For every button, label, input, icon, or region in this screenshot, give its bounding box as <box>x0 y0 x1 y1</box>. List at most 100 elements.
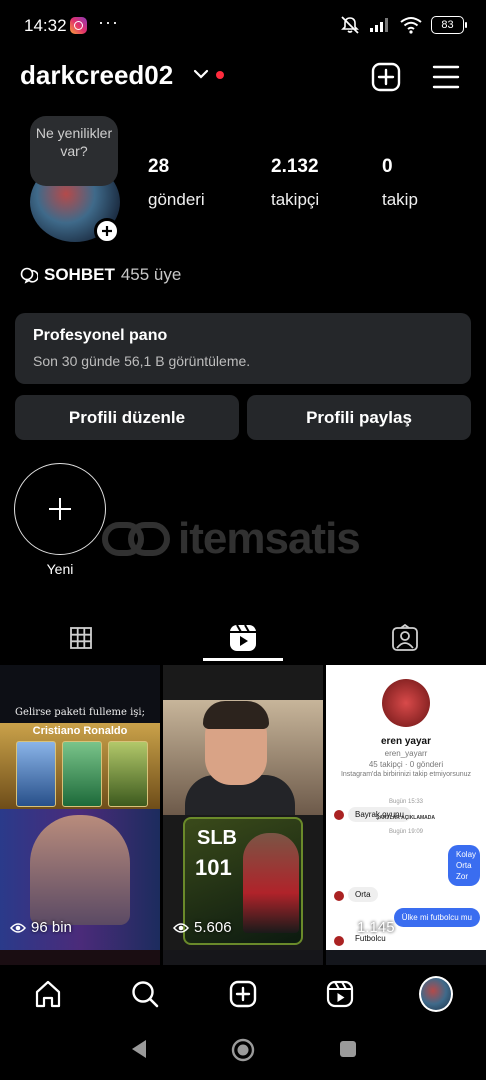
notification-dot <box>216 71 224 79</box>
dm-sender-avatar <box>334 936 344 946</box>
search-icon <box>132 981 159 1008</box>
player-card <box>62 741 102 807</box>
nav-home[interactable] <box>31 977 65 1011</box>
note-bubble[interactable]: Ne yenilikler var? <box>30 116 118 186</box>
add-story-icon[interactable] <box>94 218 120 244</box>
stat-followers[interactable]: 2.132 takipçi <box>271 156 319 210</box>
person-hair <box>203 701 269 729</box>
reels-icon <box>326 980 354 1008</box>
edit-profile-button[interactable]: Profili düzenle <box>15 395 239 440</box>
dm-timestamp: Bugün 19:09 <box>388 829 424 835</box>
watermark: itemsatis <box>102 514 361 564</box>
view-count: 96 bin <box>10 919 72 936</box>
nav-reels[interactable] <box>323 977 357 1011</box>
view-count-value: 1.145 <box>357 919 395 936</box>
profile-tabs <box>0 614 486 662</box>
nav-profile[interactable] <box>419 976 453 1012</box>
new-highlight-label: Yeni <box>46 561 74 577</box>
plus-icon <box>49 498 71 520</box>
create-icon[interactable] <box>371 62 401 92</box>
stat-posts[interactable]: 28 gönderi <box>148 156 205 210</box>
wifi-icon <box>400 17 422 34</box>
player-card <box>108 741 148 807</box>
status-icons: 83 <box>340 15 467 35</box>
nav-search[interactable] <box>128 977 162 1011</box>
dm-sender-avatar <box>334 810 344 820</box>
dm-timestamp: Bugün 15:33 <box>388 799 424 805</box>
stat-label: takip <box>382 190 418 209</box>
reel-thumbnail-peek[interactable] <box>0 950 160 965</box>
dm-name: eren yayar <box>380 736 432 747</box>
dm-stats: 45 takipçi · 0 gönderi <box>368 760 444 769</box>
professional-dashboard[interactable]: Profesyonel pano Son 30 günde 56,1 B gör… <box>15 313 471 384</box>
dm-info: Instagram'da birbirinizi takip etmiyorsu… <box>340 771 472 778</box>
chevron-down-icon[interactable] <box>193 68 209 80</box>
home-icon <box>35 980 61 1008</box>
eye-icon <box>10 922 26 933</box>
card-position: SLB <box>197 827 237 849</box>
grid-icon <box>70 627 92 649</box>
streamer-image <box>30 815 130 925</box>
system-navigation <box>0 1025 486 1080</box>
broadcast-channel-link[interactable]: SOHBET 455 üye <box>20 265 181 285</box>
reel-thumbnail[interactable]: SLB 101 5.606 <box>163 665 323 950</box>
nav-create[interactable] <box>226 977 260 1011</box>
profile-header: darkcreed02 <box>20 58 466 98</box>
mute-icon <box>341 16 359 34</box>
home-button-icon[interactable] <box>230 1037 256 1063</box>
dm-sender-avatar <box>334 891 344 901</box>
watermark-text: itemsatis <box>178 514 361 563</box>
player-card <box>16 741 56 807</box>
battery-icon: 83 <box>431 16 467 34</box>
tab-reels[interactable] <box>162 614 324 662</box>
status-bar: 14:32 ··· 83 <box>0 0 486 52</box>
reel-caption: Gelirse paketi fulleme işi; <box>15 707 145 718</box>
username[interactable]: darkcreed02 <box>20 60 173 91</box>
menu-icon[interactable] <box>432 64 460 90</box>
channel-members: 455 üye <box>120 265 182 284</box>
dm-avatar <box>382 679 430 727</box>
view-count: 5.606 <box>173 919 232 936</box>
instagram-notification-icon <box>70 17 87 34</box>
view-count-value: 96 bin <box>31 919 72 936</box>
signal-icon <box>370 18 388 32</box>
reel-thumbnail-peek[interactable] <box>326 950 486 965</box>
create-icon <box>229 980 257 1008</box>
reel-title: Cristiano Ronaldo <box>32 725 128 737</box>
tagged-icon <box>392 624 418 651</box>
dm-message-note: ŞARTLAR AÇIKLAMADA <box>376 815 435 821</box>
reel-thumbnail[interactable]: Gelirse paketi fulleme işi; Cristiano Ro… <box>0 665 160 950</box>
tab-tagged[interactable] <box>324 614 486 662</box>
dm-message: Ülke mi futbolcu mu <box>393 908 480 927</box>
tab-grid[interactable] <box>0 614 162 662</box>
reel-thumbnail-peek[interactable] <box>163 950 323 965</box>
share-profile-button[interactable]: Profili paylaş <box>247 395 471 440</box>
bottom-navigation <box>0 965 486 1025</box>
dashboard-title: Profesyonel pano <box>33 327 168 344</box>
eye-icon <box>336 922 352 933</box>
card-rating: 101 <box>195 855 232 880</box>
reels-grid: Gelirse paketi fulleme işi; Cristiano Ro… <box>0 665 486 965</box>
view-count: 1.145 <box>336 919 395 936</box>
eye-icon <box>173 922 189 933</box>
more-notifications-icon: ··· <box>98 12 119 32</box>
stat-label: gönderi <box>148 190 205 209</box>
reels-grid-next-row <box>0 950 486 965</box>
view-count-value: 5.606 <box>194 919 232 936</box>
reel-thumbnail[interactable]: eren yayar eren_yayarr 45 takipçi · 0 gö… <box>326 665 486 950</box>
stat-value: 0 <box>382 156 393 177</box>
stat-following[interactable]: 0 takip <box>382 156 418 210</box>
status-time: 14:32 <box>24 16 67 35</box>
back-icon[interactable] <box>128 1038 150 1060</box>
new-highlight-button[interactable] <box>14 463 106 555</box>
dm-message: Orta <box>348 887 378 902</box>
channel-name: SOHBET <box>44 265 115 284</box>
stat-value: 28 <box>148 156 170 177</box>
profile-avatar <box>419 976 453 1012</box>
reels-icon <box>230 624 256 651</box>
recents-icon[interactable] <box>339 1040 357 1058</box>
chat-icon <box>20 267 38 284</box>
dm-message: Kolay Orta Zor <box>448 845 480 886</box>
dashboard-subtitle: Son 30 günde 56,1 B görüntüleme. <box>33 353 251 369</box>
active-tab-indicator <box>203 658 283 661</box>
